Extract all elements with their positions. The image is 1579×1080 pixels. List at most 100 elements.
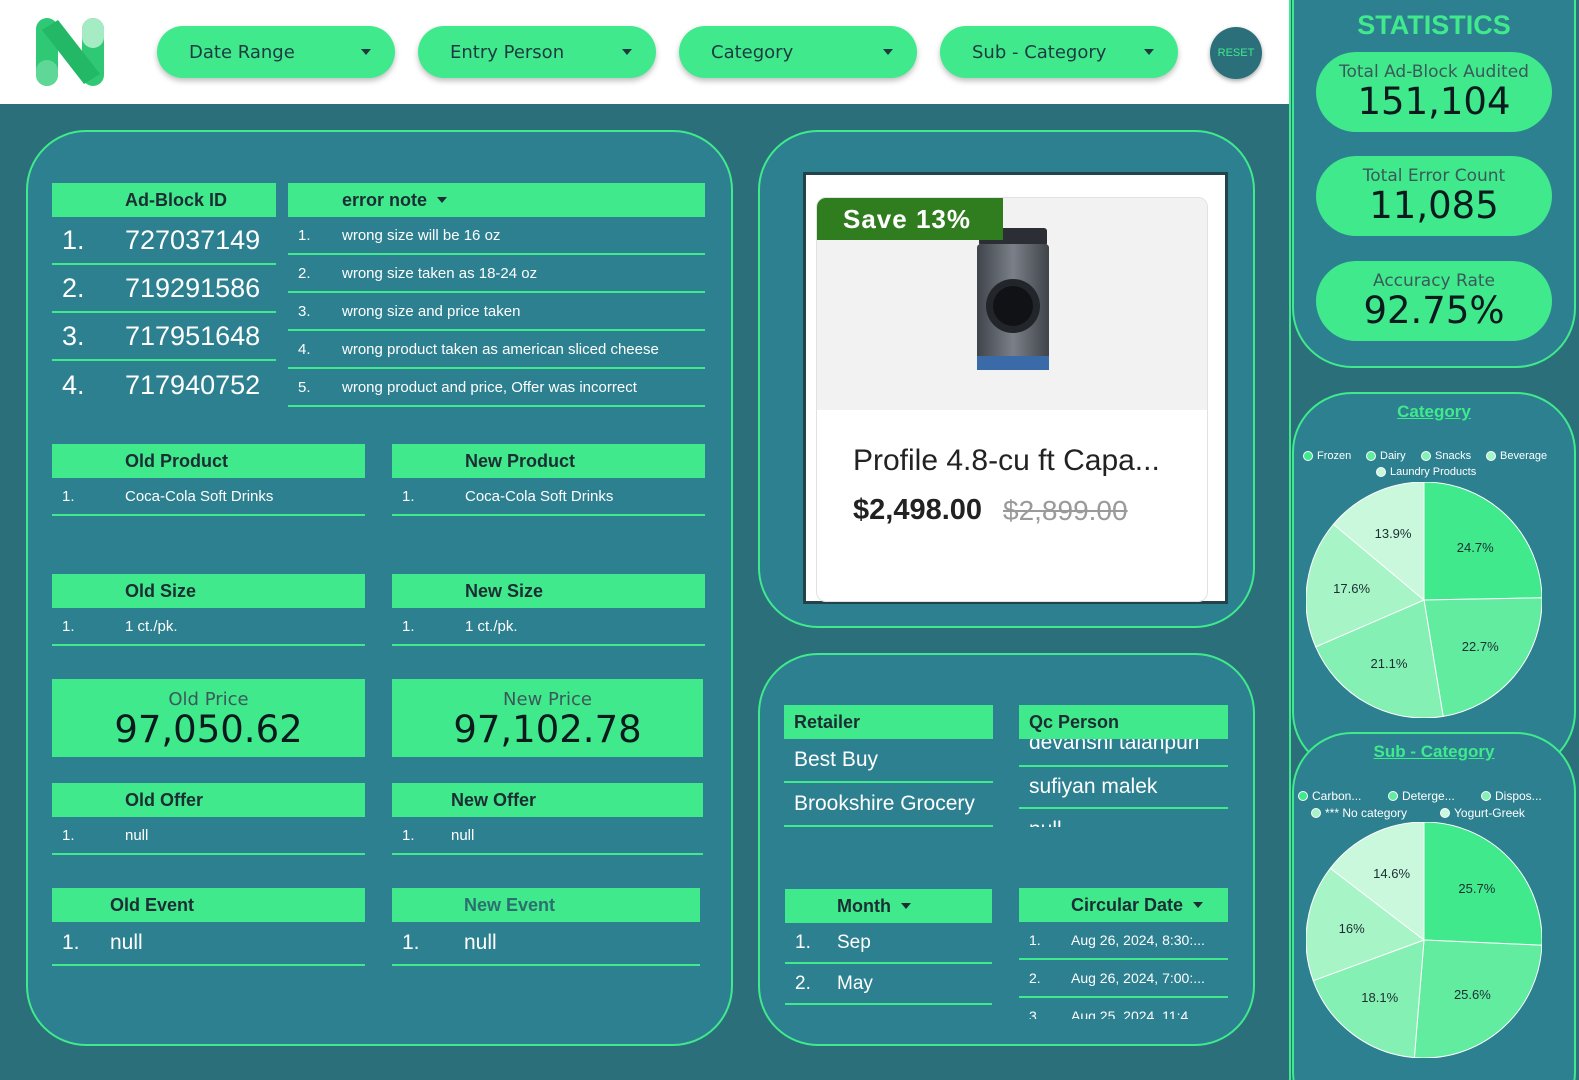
table-row[interactable]: 1. wrong size will be 16 oz [288,217,705,255]
legend-label: Laundry Products [1390,466,1477,478]
qc-person-table: devanshi talanpuri sufiyan malek null Qc… [1019,705,1228,827]
new-product-header[interactable]: New Product [392,444,705,478]
date-range-filter-label: Date Range [189,41,295,63]
old-product-header[interactable]: Old Product [52,444,365,478]
new-event-header[interactable]: New Event [392,888,700,922]
category-filter[interactable]: Category [679,26,917,78]
adblock-id-value: 719291586 [125,272,261,303]
old-size-value: 1 ct./pk. [125,617,178,635]
sub-category-chart-title[interactable]: Sub - Category [1292,742,1576,762]
legend-item[interactable]: Beverage [1486,450,1547,462]
table-row[interactable]: 1. Coca-Cola Soft Drinks [392,478,705,516]
error-note-value: wrong product taken as american sliced c… [342,340,659,358]
old-event-header[interactable]: Old Event [52,888,365,922]
table-row[interactable]: 5. wrong product and price, Offer was in… [288,369,705,407]
old-size-header[interactable]: Old Size [52,574,365,608]
table-row[interactable]: 3. Aug 25, 2024, 11:4... [1019,998,1228,1019]
legend-label: Carbon... [1312,789,1362,803]
table-row[interactable]: 1. Aug 26, 2024, 8:30:... [1019,922,1228,960]
error-note-header[interactable]: error note [288,183,705,217]
table-row[interactable]: 2. Aug 26, 2024, 7:00:... [1019,960,1228,998]
total-error-scorecard: Total Error Count 11,085 [1316,156,1552,236]
table-row[interactable]: sufiyan malek [1019,767,1228,809]
row-number: 1. [795,931,811,953]
entry-person-filter[interactable]: Entry Person [418,26,656,78]
table-row[interactable]: 1. Coca-Cola Soft Drinks [52,478,365,516]
legend-dot-icon [1311,808,1321,818]
qc-person-value: sufiyan malek [1029,775,1158,798]
table-row[interactable]: 1. 1 ct./pk. [52,608,365,646]
row-number: 3. [1029,1008,1041,1019]
table-row[interactable]: 1. 727037149 [52,217,276,265]
row-number: 1. [402,617,415,635]
table-row[interactable]: 1. null [392,922,700,966]
month-header[interactable]: Month [785,889,992,923]
row-number: 1. [62,826,75,844]
legend-item[interactable]: Frozen [1303,450,1351,462]
adblock-id-header[interactable]: Ad-Block ID [52,183,276,217]
table-row[interactable]: 3. wrong size and price taken [288,293,705,331]
chevron-down-icon [361,49,371,55]
table-row[interactable]: 1. Sep [785,923,992,964]
new-price-label: New Price [503,689,592,710]
table-row[interactable]: 1. 1 ct./pk. [392,608,705,646]
table-row[interactable]: null [1019,809,1228,827]
table-row[interactable]: 4. 717940752 [52,361,276,409]
legend-dot-icon [1366,451,1376,461]
qc-person-header[interactable]: Qc Person [1019,705,1228,739]
accuracy-value: 92.75% [1363,289,1505,332]
legend-item[interactable]: Dispos... [1481,789,1542,803]
table-row[interactable]: 4. wrong product taken as american slice… [288,331,705,369]
adblock-id-value: 717951648 [125,320,261,351]
legend-item[interactable]: Snacks [1421,450,1471,462]
sort-down-icon[interactable] [900,903,911,909]
table-row[interactable]: 2. May [785,964,992,1005]
row-number: 3. [62,320,85,351]
row-number: 2. [1029,970,1041,986]
legend-item[interactable]: Carbon... [1298,789,1361,803]
legend-label: Frozen [1317,450,1352,462]
date-range-filter[interactable]: Date Range [157,26,395,78]
entry-person-filter-label: Entry Person [450,41,565,63]
legend-item[interactable]: Yogurt-Greek [1440,806,1525,820]
table-row[interactable]: 1. null [52,922,365,966]
pie-slice-label: 17.6% [1333,581,1371,597]
retailer-header[interactable]: Retailer [784,705,993,739]
category-chart-title[interactable]: Category [1292,402,1576,422]
reset-button[interactable]: RESET [1210,27,1262,79]
new-offer-header[interactable]: New Offer [392,783,703,817]
table-row[interactable]: 2. wrong size taken as 18-24 oz [288,255,705,293]
new-offer-value: null [451,826,475,844]
sub-category-filter[interactable]: Sub - Category [940,26,1178,78]
legend-item[interactable]: Deterge... [1388,789,1455,803]
old-price-scorecard: Old Price 97,050.62 [52,679,365,757]
pie-slice[interactable] [1423,597,1542,718]
total-audited-value: 151,104 [1357,80,1511,123]
sub-category-pie-chart[interactable] [1306,822,1542,1058]
table-row[interactable]: 1. null [52,817,365,855]
pie-slice-label: 14.6% [1373,866,1411,882]
table-row[interactable]: Best Buy [784,739,993,783]
old-offer-header[interactable]: Old Offer [52,783,365,817]
category-pie-chart[interactable] [1306,482,1542,718]
ad-image[interactable]: Save 13% Profile 4.8-cu ft Capa... $2,49… [803,172,1228,604]
chevron-down-icon [883,49,893,55]
old-product-value: Coca-Cola Soft Drinks [125,487,274,505]
legend-dot-icon [1421,451,1431,461]
pie-slice-label: 25.6% [1453,986,1491,1002]
table-row[interactable]: 3. 717951648 [52,313,276,361]
legend-dot-icon [1303,451,1313,461]
legend-item[interactable]: *** No category [1311,806,1407,820]
legend-item[interactable]: Dairy [1366,450,1406,462]
new-size-header[interactable]: New Size [392,574,705,608]
circular-date-header[interactable]: Circular Date [1019,888,1228,922]
old-price-value: 97,050.62 [114,708,303,751]
sort-down-icon[interactable] [437,197,448,203]
table-row[interactable]: Brookshire Grocery [784,783,993,827]
sort-down-icon[interactable] [1193,902,1204,908]
old-event-value: null [110,931,143,954]
table-row[interactable]: 1. null [392,817,703,855]
table-row[interactable]: 2. 719291586 [52,265,276,313]
qc-person-value: null [1029,818,1062,827]
legend-item[interactable]: Laundry Products [1376,466,1476,478]
